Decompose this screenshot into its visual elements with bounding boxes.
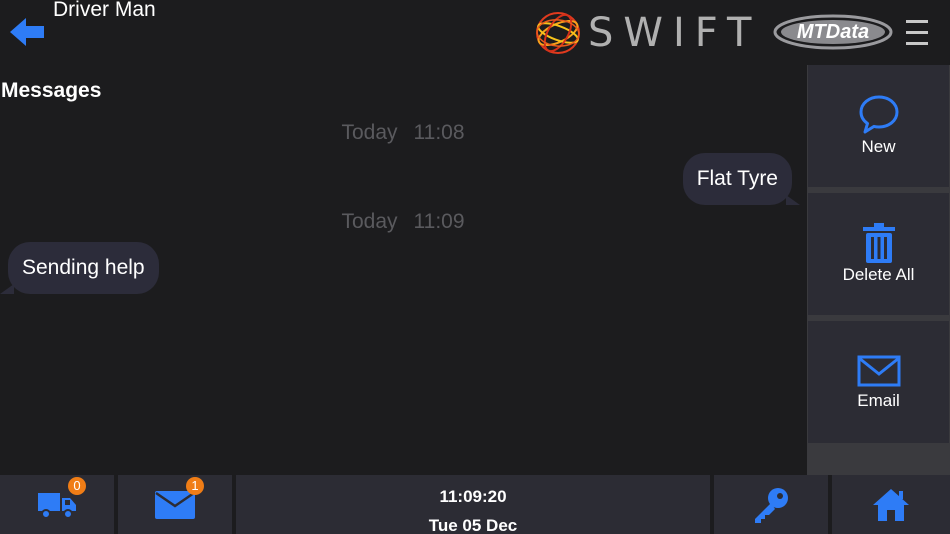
message-timestamp: Today 11:09 [0,210,806,234]
home-icon [873,489,909,521]
timestamp-time: 11:09 [413,210,465,233]
jobs-button[interactable]: 0 [0,475,114,534]
delete-all-label: Delete All [842,265,915,284]
arrow-left-icon [10,18,44,46]
message-timestamp: Today 11:08 [0,121,806,145]
message-text: Sending help [22,256,145,279]
envelope-icon [857,355,900,387]
delete-all-button[interactable]: Delete All [808,193,949,315]
jobs-count-badge: 0 [68,477,86,495]
message-bubble-incoming[interactable]: Sending help [0,242,159,294]
bubble-tail [0,284,14,294]
hamburger-line [906,42,928,45]
swift-globe-icon [536,12,580,54]
swift-logo: SWIFT [534,10,751,56]
driver-name: Driver Man [53,0,156,21]
new-message-button[interactable]: New [808,65,949,187]
key-icon [755,488,788,523]
bottom-bar: 0 1 11:09:20 Tue 05 Dec [0,475,950,534]
clock-display: 11:09:20 Tue 05 Dec [236,475,710,534]
speech-bubble-icon [859,95,898,134]
menu-button[interactable] [906,20,928,48]
hamburger-menu-icon [906,20,928,23]
message-text: Flat Tyre [696,167,778,190]
mtdata-wordmark: MTData [796,21,870,43]
action-panel: New Delete All Email [807,65,950,475]
timestamp-day: Today [341,210,398,233]
back-button[interactable] [8,14,48,50]
current-date: Tue 05 Dec [428,516,518,534]
email-button[interactable]: Email [808,321,949,443]
messages-title: Messages [1,79,102,102]
envelope-icon [155,491,195,519]
messages-button[interactable]: 1 [118,475,232,534]
mtdata-logo: MTData [772,14,894,50]
bubble-tail [786,195,800,205]
messages-count-badge: 1 [186,477,204,495]
app-header: Driver Man SWIFT MTData [0,0,950,68]
new-label: New [861,137,896,156]
key-button[interactable] [714,475,828,534]
email-label: Email [857,391,900,410]
current-time: 11:09:20 [439,487,507,506]
home-button[interactable] [832,475,950,534]
message-bubble-outgoing[interactable]: Flat Tyre [682,153,800,205]
hamburger-line [906,31,928,34]
timestamp-day: Today [341,121,398,144]
trash-icon [862,223,895,263]
timestamp-time: 11:08 [413,121,465,144]
swift-wordmark: SWIFT [588,10,762,56]
